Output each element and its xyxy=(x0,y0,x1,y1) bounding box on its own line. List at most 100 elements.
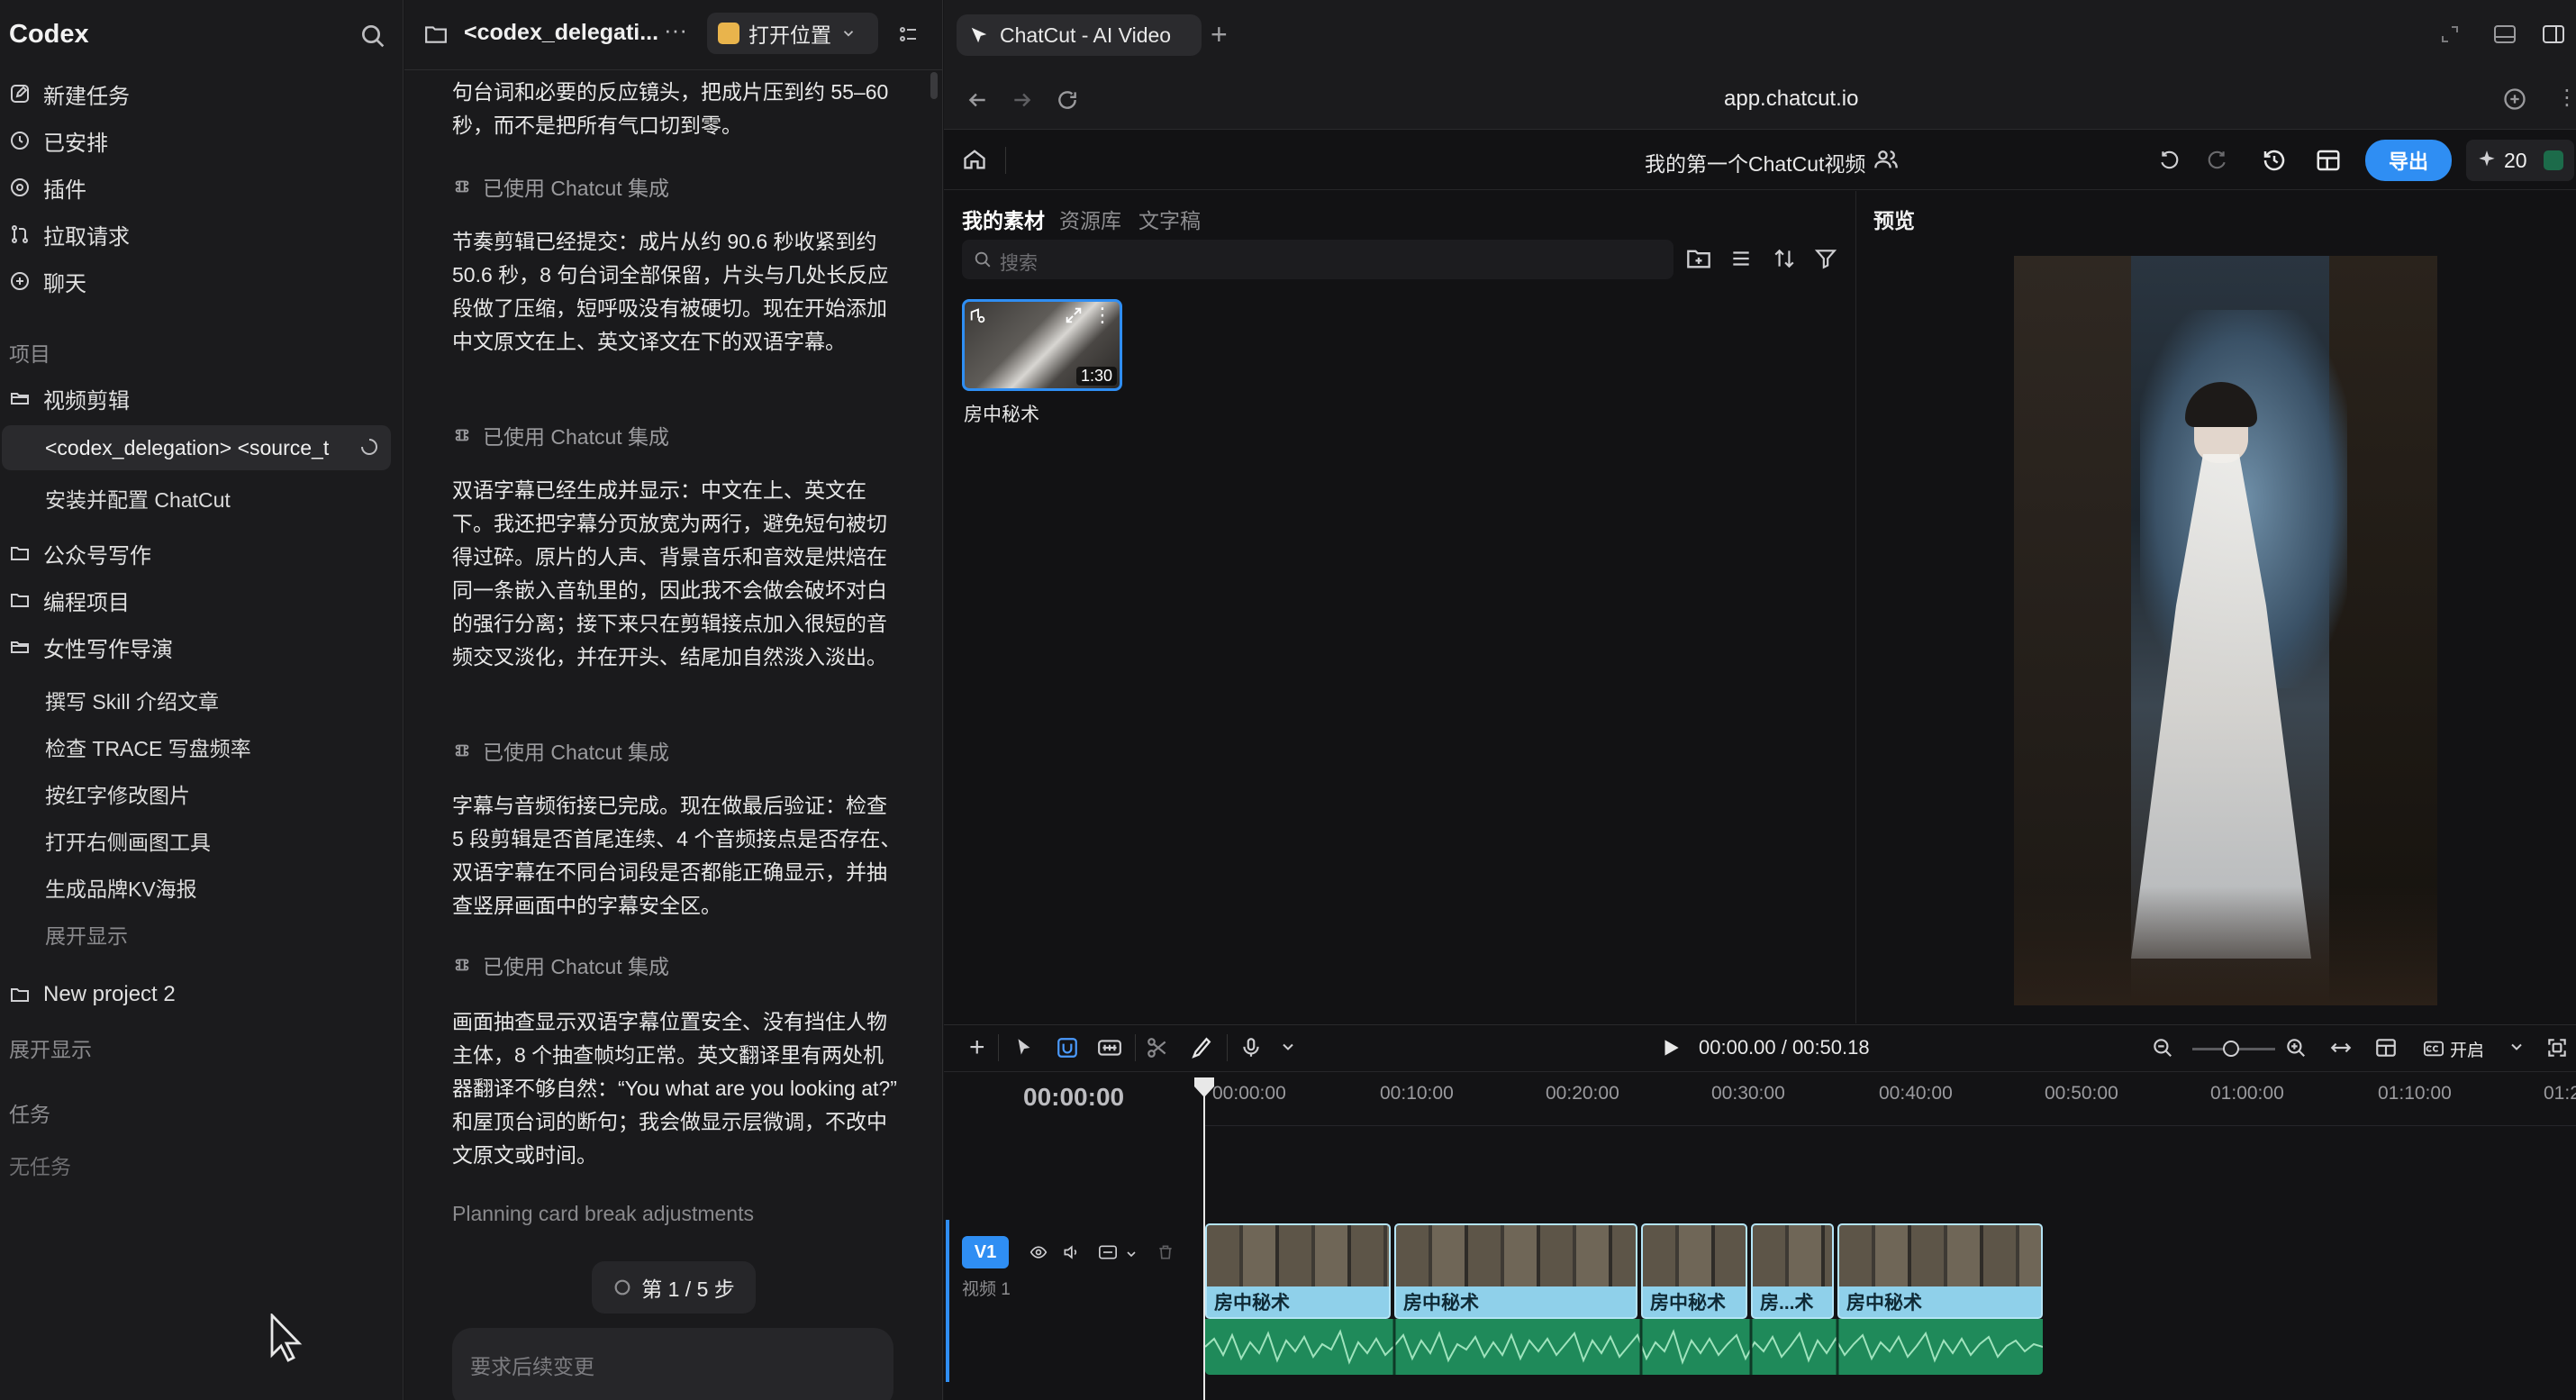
undo-icon[interactable] xyxy=(2158,149,2181,172)
add-track-icon[interactable]: + xyxy=(969,1032,985,1063)
project-new-2[interactable]: New project 2 xyxy=(9,975,176,1014)
audio-waveform[interactable] xyxy=(1205,1319,2043,1375)
asset-search-input[interactable]: 搜索 xyxy=(962,240,1673,279)
more-icon[interactable]: ··· xyxy=(664,16,687,44)
thread-codex-delegation[interactable]: <codex_delegation> <source_t xyxy=(45,436,342,460)
folder-icon xyxy=(424,23,448,45)
timeline-clip[interactable]: 房中秘术 xyxy=(1837,1223,2043,1319)
forward-icon[interactable] xyxy=(1011,88,1034,112)
tool-usage-line[interactable]: 已使用 Chatcut 集成 xyxy=(452,735,669,766)
captions-toggle-label: 开启 xyxy=(2450,1041,2485,1060)
project-women-writing[interactable]: 女性写作导演 xyxy=(9,627,173,667)
volume-icon[interactable] xyxy=(1061,1243,1081,1261)
project-wechat-writing[interactable]: 公众号写作 xyxy=(9,533,151,573)
nav-new-task[interactable]: 新建任务 xyxy=(9,74,130,114)
thread-install-chatcut[interactable]: 安装并配置 ChatCut xyxy=(45,483,231,514)
layout-icon[interactable] xyxy=(2315,147,2342,174)
zoom-out-icon[interactable] xyxy=(2151,1036,2176,1061)
list-settings-icon[interactable] xyxy=(898,23,920,45)
project-coding[interactable]: 编程项目 xyxy=(9,580,130,620)
timeline-clip[interactable]: 房中秘术 xyxy=(1641,1223,1747,1319)
play-icon[interactable] xyxy=(1659,1036,1683,1059)
timeline-clip[interactable]: 房中秘术 xyxy=(1394,1223,1637,1319)
nav-chat[interactable]: 聊天 xyxy=(9,261,86,301)
new-folder-icon[interactable] xyxy=(1686,247,1711,270)
conversation-tabbar: <codex_delegati... ··· 打开位置 xyxy=(404,0,943,70)
back-icon[interactable] xyxy=(966,88,989,112)
trash-icon[interactable] xyxy=(1156,1243,1175,1261)
asset-thumbnail-card[interactable]: ⋮ 1:30 xyxy=(962,299,1122,391)
project-label: New project 2 xyxy=(43,982,176,1006)
tool-usage-line[interactable]: 已使用 Chatcut 集成 xyxy=(452,950,669,980)
expand-icon[interactable] xyxy=(1064,305,1084,325)
thread-item[interactable]: 打开右侧画图工具 xyxy=(45,825,211,856)
microphone-icon[interactable] xyxy=(1239,1036,1265,1061)
search-icon[interactable] xyxy=(358,22,387,50)
collaborators-icon[interactable] xyxy=(1873,147,1899,172)
magnet-snap-icon[interactable] xyxy=(1056,1036,1081,1061)
reload-icon[interactable] xyxy=(1056,88,1079,112)
expand-threads-link[interactable]: 展开显示 xyxy=(45,919,128,950)
filter-icon[interactable] xyxy=(1814,247,1837,270)
timeline-clip[interactable]: 房...术 xyxy=(1751,1223,1834,1319)
eye-icon[interactable] xyxy=(1029,1243,1048,1261)
browser-menu-icon[interactable]: ⋮ xyxy=(2556,85,2576,111)
redo-icon[interactable] xyxy=(2205,149,2228,172)
url-text[interactable]: app.chatcut.io xyxy=(1724,86,1858,112)
tool-usage-line[interactable]: 已使用 Chatcut 集成 xyxy=(452,420,669,450)
new-tab-icon[interactable]: + xyxy=(1211,18,1228,51)
sort-icon[interactable] xyxy=(1773,247,1796,270)
select-tool-icon[interactable] xyxy=(1012,1036,1038,1061)
asset-menu-icon[interactable]: ⋮ xyxy=(1093,304,1112,327)
thread-title[interactable]: <codex_delegati... xyxy=(464,20,658,46)
fullscreen-icon[interactable] xyxy=(2545,1036,2571,1061)
scrollbar-thumb[interactable] xyxy=(930,72,938,99)
no-tasks-text: 无任务 xyxy=(9,1155,71,1178)
tab-transcript[interactable]: 文字稿 xyxy=(1138,204,1201,234)
expand-projects-link[interactable]: 展开显示 xyxy=(9,1032,92,1063)
browser-tab-chatcut[interactable]: ChatCut - AI Video xyxy=(957,14,1202,56)
thread-item[interactable]: 检查 TRACE 写盘频率 xyxy=(45,732,251,762)
home-icon[interactable] xyxy=(962,147,987,172)
nav-scheduled[interactable]: 已安排 xyxy=(9,121,108,160)
chevron-down-icon[interactable] xyxy=(1124,1247,1138,1261)
tab-library[interactable]: 资源库 xyxy=(1059,204,1121,234)
video-preview-frame[interactable] xyxy=(2014,256,2437,1005)
thread-item[interactable]: 撰写 Skill 介绍文章 xyxy=(45,685,219,715)
razor-icon[interactable] xyxy=(1189,1036,1214,1061)
project-name[interactable]: 我的第一个ChatCut视频 xyxy=(1645,147,1865,177)
caption-track-icon[interactable] xyxy=(1097,1036,1122,1061)
layout-toggle-icon[interactable] xyxy=(2374,1036,2399,1061)
track-captions-icon[interactable] xyxy=(1097,1243,1119,1261)
fit-width-icon[interactable] xyxy=(2329,1036,2354,1061)
minimize-panel-icon[interactable] xyxy=(2493,23,2517,45)
thread-item[interactable]: 按红字修改图片 xyxy=(45,778,190,809)
expand-icon[interactable] xyxy=(2439,23,2461,45)
sidebar-toggle-icon[interactable] xyxy=(2542,23,2565,45)
export-button[interactable]: 导出 xyxy=(2365,140,2452,181)
captions-toggle[interactable]: 开启 xyxy=(2423,1034,2495,1063)
track-badge-v1[interactable]: V1 xyxy=(962,1236,1009,1268)
credits-badge[interactable]: 20 xyxy=(2466,140,2574,181)
scissors-icon[interactable] xyxy=(1146,1036,1171,1061)
chevron-down-icon[interactable] xyxy=(2508,1038,2533,1063)
nav-label: 插件 xyxy=(43,177,86,203)
timeline-clip[interactable]: 房中秘术 xyxy=(1205,1223,1391,1319)
nav-plugins[interactable]: 插件 xyxy=(9,168,86,207)
add-bookmark-icon[interactable] xyxy=(2502,86,2527,112)
list-view-icon[interactable] xyxy=(1729,247,1753,270)
project-video-edit[interactable]: 视频剪辑 xyxy=(9,378,130,418)
ruler-tick-label: 00:10:00 xyxy=(1380,1083,1454,1104)
thread-item[interactable]: 生成品牌KV海报 xyxy=(45,872,197,903)
open-location-button[interactable]: 打开位置 xyxy=(707,13,878,54)
nav-pull-requests[interactable]: 拉取请求 xyxy=(9,214,130,254)
step-label: 第 1 / 5 步 xyxy=(641,1277,735,1301)
step-indicator[interactable]: 第 1 / 5 步 xyxy=(592,1261,756,1314)
tool-usage-line[interactable]: 已使用 Chatcut 集成 xyxy=(452,171,669,202)
chevron-down-icon[interactable] xyxy=(1279,1038,1304,1063)
zoom-slider-thumb[interactable] xyxy=(2223,1041,2239,1057)
history-icon[interactable] xyxy=(2261,147,2288,174)
follow-up-input[interactable]: 要求后续变更 xyxy=(452,1328,893,1400)
tab-my-assets[interactable]: 我的素材 xyxy=(962,204,1045,234)
zoom-in-icon[interactable] xyxy=(2284,1036,2309,1061)
